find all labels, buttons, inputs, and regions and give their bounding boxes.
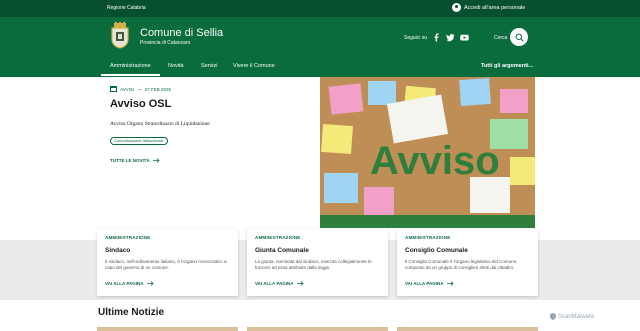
arrow-right-icon (152, 158, 160, 163)
search-button[interactable] (510, 28, 528, 46)
site-subtitle: Provincia di Catanzaro (140, 40, 191, 46)
login-button[interactable]: Accedi all'area personale (452, 3, 525, 12)
watermark: ScanMalware (550, 313, 594, 320)
card-category[interactable]: AMMINISTRAZIONE (255, 235, 301, 240)
login-label: Accedi all'area personale (464, 4, 526, 11)
all-news-link[interactable]: TUTTE LE NOVITÀ (110, 158, 160, 163)
nav-item-servizi[interactable]: Servizi (201, 63, 218, 69)
card-title[interactable]: Sindaco (105, 247, 130, 254)
corkboard-image: Avviso (320, 77, 535, 228)
hero-category[interactable]: AVVISI (120, 87, 134, 92)
nav-active-indicator (101, 74, 160, 76)
card-category[interactable]: AMMINISTRAZIONE (105, 235, 151, 240)
nav-all-topics[interactable]: Tutti gli argomenti... (481, 63, 533, 69)
card-sindaco[interactable]: AMMINISTRAZIONE Sindaco Il sindaco, nell… (97, 229, 238, 296)
hero-meta-separator: — (137, 86, 142, 92)
youtube-icon[interactable] (460, 33, 469, 42)
card-giunta-comunale[interactable]: AMMINISTRAZIONE Giunta Comunale La giunt… (247, 229, 388, 296)
card-link-label: VAI ALLA PAGINA (255, 281, 294, 286)
main-navigation: Amministrazione Novità Servizi Vivere il… (0, 57, 640, 77)
twitter-icon[interactable] (446, 33, 455, 42)
shield-icon (550, 313, 556, 320)
card-category[interactable]: AMMINISTRAZIONE (405, 235, 451, 240)
card-link-label: VAI ALLA PAGINA (405, 281, 444, 286)
arrow-right-icon (146, 281, 154, 286)
municipal-crest-logo[interactable] (109, 22, 131, 49)
nav-item-amministrazione[interactable]: Amministrazione (110, 63, 151, 69)
user-icon (452, 3, 461, 12)
hero-description: Avviso Organo Straordinario di Liquidazi… (110, 121, 210, 127)
arrow-right-icon (296, 281, 304, 286)
facebook-icon[interactable] (432, 33, 441, 42)
all-news-label: TUTTE LE NOVITÀ (110, 158, 150, 163)
card-description: Il sindaco, nell'ordinamento italiano, è… (105, 259, 227, 270)
hero-image[interactable]: Avviso (320, 77, 535, 228)
search-label: Cerca (494, 35, 508, 41)
card-link-label: VAI ALLA PAGINA (105, 281, 144, 286)
card-consiglio-comunale[interactable]: AMMINISTRAZIONE Consiglio Comunale Il Co… (397, 229, 538, 296)
card-link[interactable]: VAI ALLA PAGINA (255, 281, 304, 286)
latest-news-heading: Ultime Notizie (98, 307, 165, 318)
social-label: Seguici su (404, 35, 428, 41)
card-title[interactable]: Consiglio Comunale (405, 247, 468, 254)
hero-date: 27 FEB 2026 (144, 86, 171, 92)
card-description: La giunta, nominata dal sindaco, esercit… (255, 259, 372, 270)
news-thumbnail[interactable] (397, 327, 538, 331)
card-link[interactable]: VAI ALLA PAGINA (105, 281, 154, 286)
news-thumbnail[interactable] (97, 327, 238, 331)
topic-chip[interactable]: Comunicazione istituzionale (110, 137, 168, 145)
hero-image-text: Avviso (370, 139, 500, 183)
region-link[interactable]: Regione Calabria (107, 5, 146, 11)
watermark-text: ScanMalware (558, 313, 595, 320)
hero-meta: AVVISI — 27 FEB 2026 (110, 86, 171, 92)
card-link[interactable]: VAI ALLA PAGINA (405, 281, 454, 286)
search-icon (515, 33, 523, 41)
news-thumbnail[interactable] (247, 327, 388, 331)
top-bar: Regione Calabria Accedi all'area persona… (0, 0, 640, 17)
card-title[interactable]: Giunta Comunale (255, 247, 309, 254)
nav-item-vivere-il-comune[interactable]: Vivere il Comune (233, 63, 275, 69)
calendar-icon (110, 86, 117, 92)
card-description: Il Consiglio Comunale è l'organo legisla… (405, 259, 518, 270)
arrow-right-icon (446, 281, 454, 286)
site-title[interactable]: Comune di Sellia (140, 27, 223, 39)
nav-item-novita[interactable]: Novità (168, 63, 184, 69)
hero-title[interactable]: Avviso OSL (110, 98, 171, 110)
